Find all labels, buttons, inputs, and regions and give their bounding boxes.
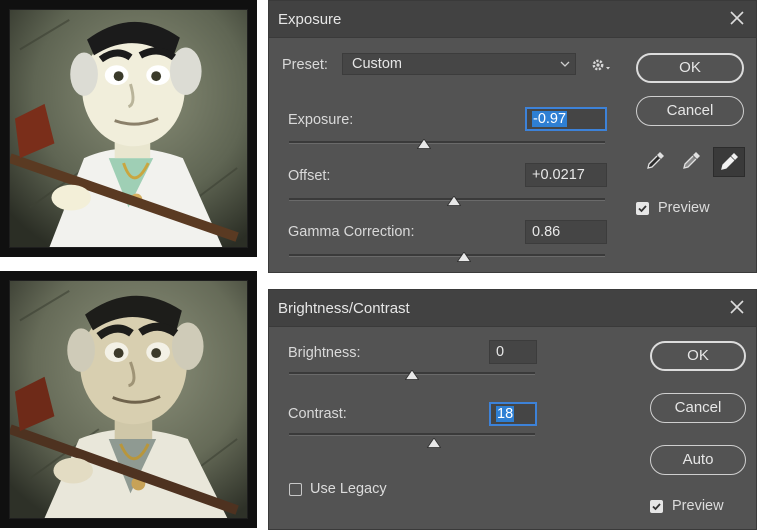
eyedropper-gray-icon[interactable] [679,149,703,173]
eyedropper-black-icon[interactable] [643,149,667,173]
character-artwork [10,281,247,518]
exposure-value: -0.97 [532,111,568,127]
cancel-button[interactable]: Cancel [636,96,744,126]
offset-input[interactable]: +0.0217 [525,163,607,187]
contrast-slider-thumb[interactable] [427,438,441,448]
dialog-title: Exposure [278,11,342,28]
preset-label: Preset: [282,57,328,73]
brightness-titlebar: Brightness/Contrast [269,290,756,327]
use-legacy-checkbox[interactable] [289,483,302,496]
preview-label: Preview [658,200,710,216]
checkmark-icon [652,503,661,511]
gamma-value: 0.86 [532,224,561,240]
offset-value: +0.0217 [532,167,585,183]
offset-slider-thumb[interactable] [447,196,461,206]
brightness-value: 0 [496,344,505,360]
auto-button[interactable]: Auto [650,445,746,475]
ok-button[interactable]: OK [650,341,746,371]
brightness-label: Brightness: [288,345,361,361]
exposure-slider-track[interactable] [289,141,605,144]
brightness-slider-thumb[interactable] [405,370,419,380]
checkmark-icon [638,205,647,213]
gear-icon[interactable] [589,54,613,76]
contrast-input[interactable]: 18 [489,402,537,426]
exposure-input[interactable]: -0.97 [525,107,607,131]
brightness-contrast-dialog: Brightness/Contrast Brightness: 0 Contra… [268,289,757,530]
preview-checkbox[interactable] [636,202,649,215]
gamma-slider-thumb[interactable] [457,252,471,262]
close-icon[interactable] [728,9,746,27]
ok-button[interactable]: OK [636,53,744,83]
gamma-input[interactable]: 0.86 [525,220,607,244]
dialog-title: Brightness/Contrast [278,300,410,317]
brightness-input[interactable]: 0 [489,340,537,364]
exposure-preview-image [0,0,257,257]
preview-checkbox[interactable] [650,500,663,513]
contrast-label: Contrast: [288,406,347,422]
character-artwork [10,10,247,247]
exposure-slider-thumb[interactable] [417,139,431,149]
close-icon[interactable] [728,298,746,316]
gamma-slider-track[interactable] [289,254,605,257]
brightness-preview-image [0,271,257,528]
chevron-down-icon [560,61,570,67]
contrast-value: 18 [496,406,515,422]
contrast-slider-track[interactable] [289,433,535,436]
offset-label: Offset: [288,168,331,184]
exposure-titlebar: Exposure [269,1,756,38]
exposure-label: Exposure: [288,112,354,128]
use-legacy-label: Use Legacy [310,481,387,497]
preview-label: Preview [672,498,724,514]
exposure-dialog: Exposure Preset: Custom Exposure: -0.97 … [268,0,757,273]
gamma-label: Gamma Correction: [288,224,415,240]
preset-value: Custom [352,56,402,72]
eyedropper-white-icon[interactable] [713,147,745,177]
cancel-button[interactable]: Cancel [650,393,746,423]
preset-dropdown[interactable]: Custom [342,53,576,75]
